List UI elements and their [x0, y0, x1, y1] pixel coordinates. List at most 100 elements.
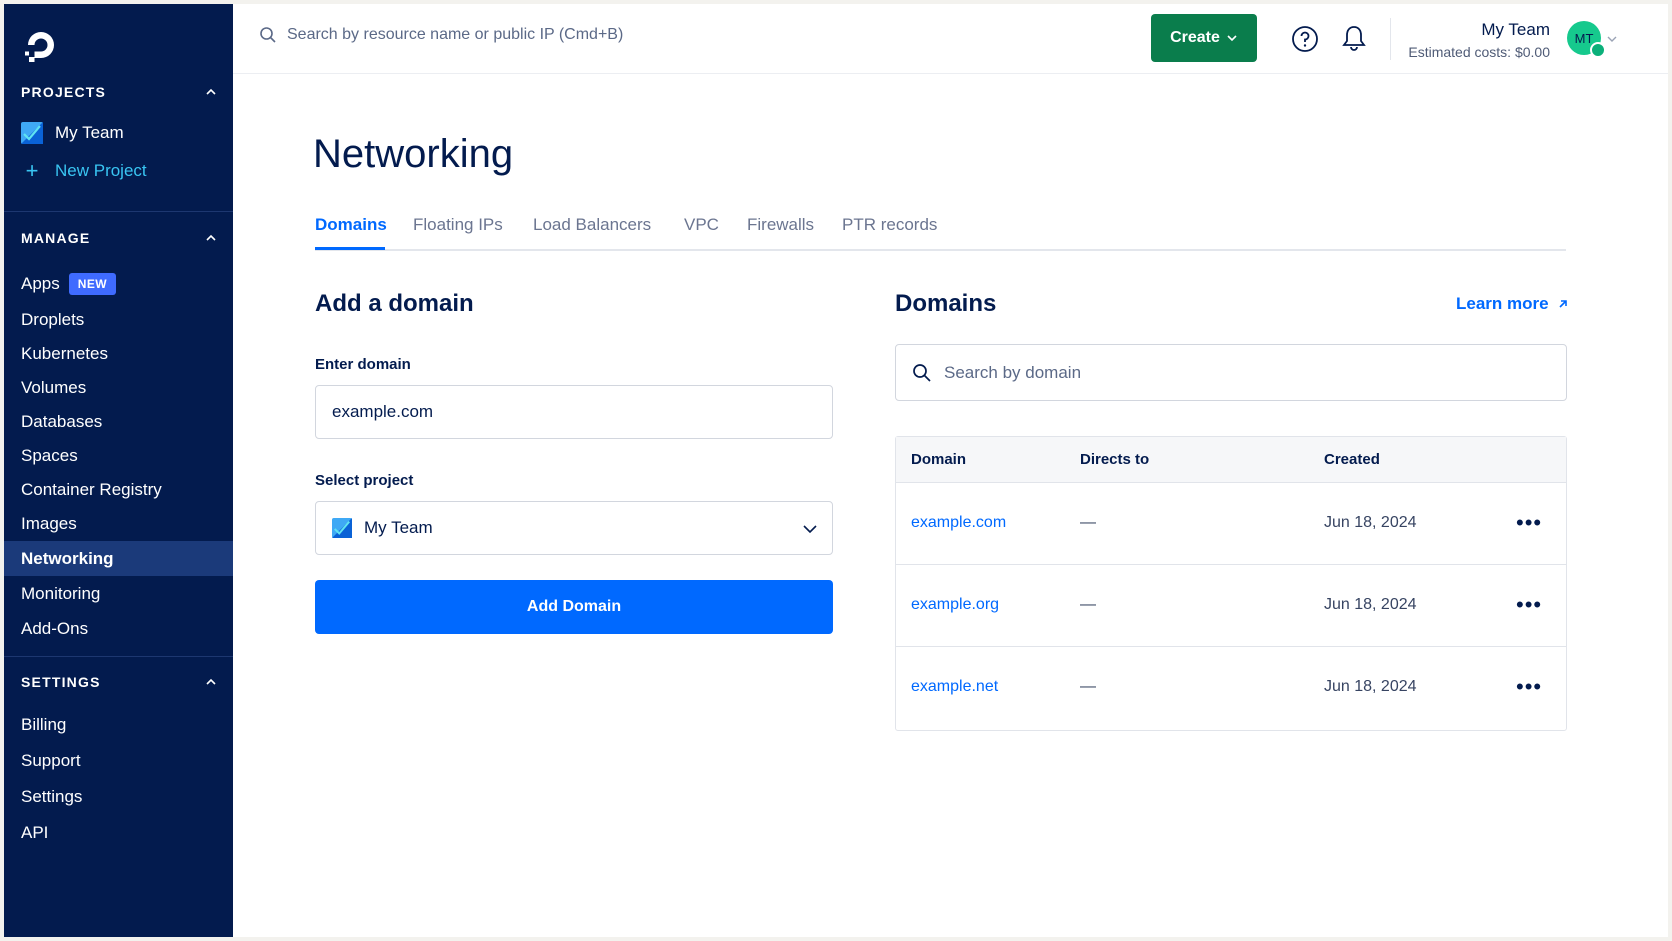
sidebar-item-label: Apps [21, 273, 60, 293]
global-search-input[interactable]: Search by resource name or public IP (Cm… [259, 26, 623, 44]
domains-table: Domain Directs to Created example.com — … [895, 436, 1567, 731]
plus-icon: + [25, 158, 39, 183]
directs-to-value: — [1080, 514, 1096, 531]
sidebar-item-volumes[interactable]: Volumes [4, 370, 233, 405]
chevron-down-icon [803, 525, 817, 534]
bell-icon[interactable] [1341, 24, 1367, 52]
create-button[interactable]: Create [1151, 14, 1257, 62]
created-date: Jun 18, 2024 [1324, 514, 1417, 531]
digitalocean-logo-icon[interactable] [20, 24, 62, 66]
domain-search-placeholder: Search by domain [944, 362, 1082, 382]
directs-to-value: — [1080, 596, 1096, 613]
more-options-icon[interactable]: ••• [1516, 676, 1542, 698]
column-header-domain: Domain [911, 451, 967, 468]
help-icon[interactable] [1291, 25, 1319, 53]
column-header-created: Created [1324, 451, 1380, 468]
sidebar-item-spaces[interactable]: Spaces [4, 438, 233, 473]
project-select[interactable]: My Team [315, 501, 833, 555]
sidebar-item-images[interactable]: Images [4, 506, 233, 541]
sidebar-item-label: Databases [21, 411, 103, 431]
learn-more-link[interactable]: Learn more [1456, 294, 1569, 314]
projects-heading: PROJECTS [21, 84, 107, 100]
table-row: example.com — Jun 18, 2024 ••• [896, 483, 1566, 565]
new-project-link[interactable]: + New Project [21, 160, 147, 182]
app-frame: PROJECTS My Team + New Project MANAGE Ap… [4, 4, 1668, 937]
top-bar: Search by resource name or public IP (Cm… [233, 4, 1668, 74]
sidebar-item-support[interactable]: Support [4, 743, 233, 778]
sidebar-item-label: Support [21, 750, 81, 770]
manage-section-header[interactable]: MANAGE [21, 230, 217, 246]
verified-check-icon [1590, 42, 1606, 58]
enter-domain-label: Enter domain [315, 356, 411, 373]
sidebar-item-apps[interactable]: Apps NEW [4, 266, 233, 301]
project-select-value: My Team [364, 518, 433, 537]
sidebar-item-label: Settings [21, 786, 83, 806]
estimated-costs: Estimated costs: $0.00 [1408, 44, 1550, 60]
sidebar-item-label: Container Registry [21, 479, 162, 499]
table-row: example.net — Jun 18, 2024 ••• [896, 647, 1566, 729]
chevron-up-icon [206, 234, 216, 241]
sidebar-item-label: Add-Ons [21, 618, 89, 638]
directs-to-value: — [1080, 678, 1096, 695]
team-name: My Team [1481, 20, 1550, 39]
page-title: Networking [313, 132, 514, 176]
chevron-down-icon[interactable] [1607, 34, 1617, 44]
create-label: Create [1170, 29, 1220, 46]
project-name: My Team [55, 123, 124, 142]
new-badge: NEW [68, 272, 116, 295]
sidebar-item-label: Spaces [21, 445, 78, 465]
sidebar-item-label: Monitoring [21, 583, 101, 603]
more-options-icon[interactable]: ••• [1516, 512, 1542, 534]
sidebar-item-monitoring[interactable]: Monitoring [4, 576, 233, 611]
sidebar-item-label: Droplets [21, 309, 85, 329]
sidebar-item-databases[interactable]: Databases [4, 404, 233, 439]
created-date: Jun 18, 2024 [1324, 678, 1417, 695]
projects-section-header[interactable]: PROJECTS [21, 84, 217, 100]
sidebar-item-container-registry[interactable]: Container Registry [4, 472, 233, 507]
add-domain-button[interactable]: Add Domain [315, 580, 833, 634]
settings-heading: SETTINGS [21, 674, 101, 690]
add-domain-heading: Add a domain [315, 290, 474, 317]
search-icon [913, 363, 931, 382]
chevron-down-icon [1227, 35, 1237, 42]
sidebar-divider [4, 656, 233, 657]
domain-input[interactable]: example.com [315, 385, 833, 439]
tab-floating-ips[interactable]: Floating IPs [413, 215, 503, 235]
manage-heading: MANAGE [21, 230, 91, 246]
domain-link[interactable]: example.com [911, 514, 1006, 532]
more-options-icon[interactable]: ••• [1516, 594, 1542, 616]
tab-firewalls[interactable]: Firewalls [747, 215, 814, 235]
sidebar-item-api[interactable]: API [4, 815, 233, 850]
sidebar-item-label: Kubernetes [21, 343, 108, 363]
domain-search-input[interactable]: Search by domain [895, 344, 1567, 401]
chevron-up-icon [206, 678, 216, 685]
tab-ptr-records[interactable]: PTR records [842, 215, 937, 235]
domain-link[interactable]: example.net [911, 678, 998, 696]
learn-more-label: Learn more [1456, 294, 1549, 313]
tab-domains[interactable]: Domains [315, 215, 387, 235]
new-project-label: New Project [55, 161, 147, 180]
sidebar: PROJECTS My Team + New Project MANAGE Ap… [4, 4, 233, 937]
sidebar-item-settings[interactable]: Settings [4, 779, 233, 814]
domain-link[interactable]: example.org [911, 596, 999, 614]
project-my-team[interactable]: My Team [21, 122, 124, 144]
chevron-up-icon [206, 88, 216, 95]
global-search-placeholder: Search by resource name or public IP (Cm… [287, 26, 624, 43]
table-row: example.org — Jun 18, 2024 ••• [896, 565, 1566, 647]
created-date: Jun 18, 2024 [1324, 596, 1417, 613]
sidebar-item-label: Billing [21, 714, 67, 734]
settings-section-header[interactable]: SETTINGS [21, 674, 217, 690]
external-link-arrow-icon [1559, 300, 1567, 308]
tab-load-balancers[interactable]: Load Balancers [533, 215, 651, 235]
tab-vpc[interactable]: VPC [684, 215, 719, 235]
team-info[interactable]: My Team Estimated costs: $0.00 [1400, 20, 1550, 60]
domains-heading: Domains [895, 290, 997, 317]
sidebar-item-billing[interactable]: Billing [4, 707, 233, 742]
sidebar-item-kubernetes[interactable]: Kubernetes [4, 336, 233, 371]
sidebar-item-add-ons[interactable]: Add-Ons [4, 611, 233, 646]
search-icon [260, 27, 276, 43]
topbar-divider [1390, 18, 1391, 60]
sidebar-item-droplets[interactable]: Droplets [4, 302, 233, 337]
networking-tabs: Domains Floating IPs Load Balancers VPC … [315, 209, 1566, 251]
sidebar-item-networking[interactable]: Networking [4, 541, 233, 576]
